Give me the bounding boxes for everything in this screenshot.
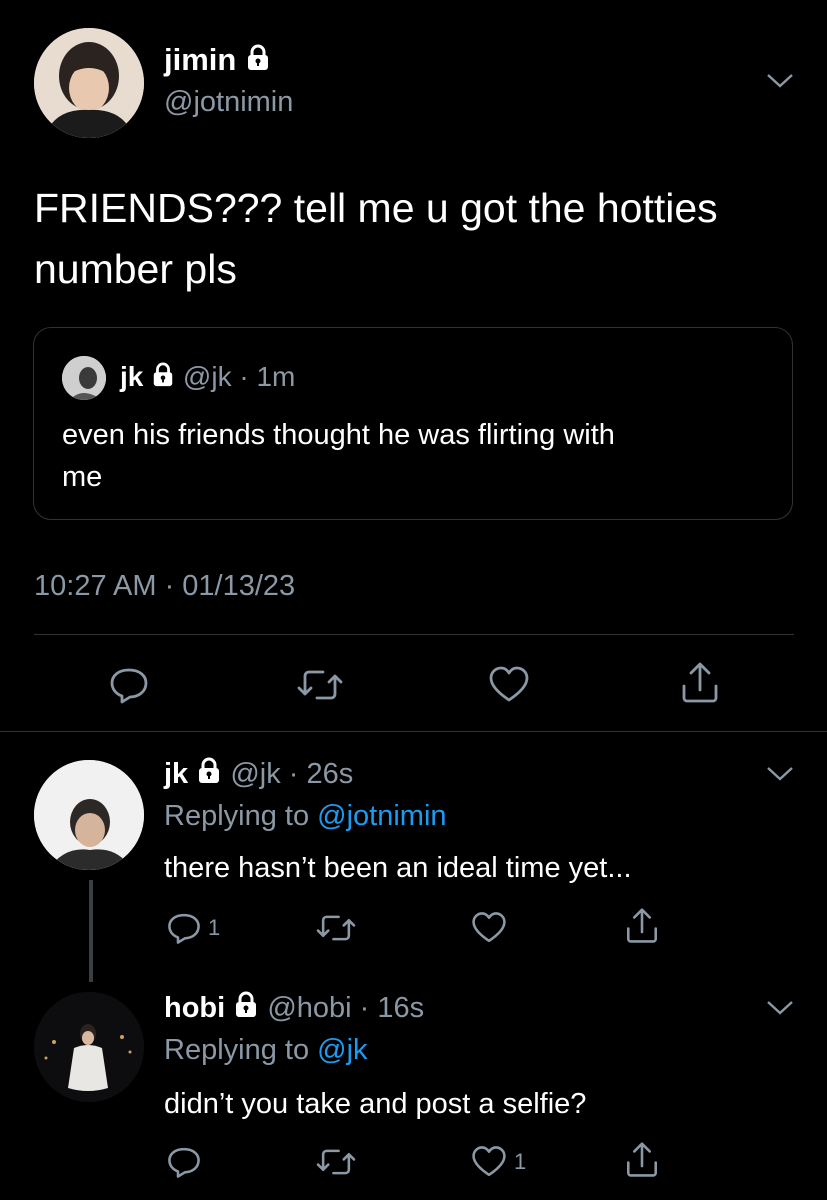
thread-line (89, 880, 93, 982)
reply1-share-button[interactable] (624, 906, 660, 946)
retweet-icon (316, 915, 356, 941)
more-chevron-reply2[interactable] (765, 999, 795, 1022)
avatar-image (34, 992, 144, 1102)
lock-icon (233, 991, 259, 1028)
reply2-handle[interactable]: @hobi (267, 992, 351, 1024)
more-chevron-main[interactable] (765, 72, 795, 95)
quoted-tweet-card[interactable]: jk @jk · 1m even his friends thought he … (33, 327, 793, 520)
reply2-like-count: 1 (514, 1149, 527, 1174)
quoted-text: even his friends thought he was flirting… (62, 414, 782, 498)
reply1-reply-button[interactable]: 1 (166, 910, 220, 946)
retweet-icon (297, 670, 343, 700)
lock-icon (151, 362, 175, 396)
avatar-jk[interactable] (34, 760, 144, 870)
reply2-replying-to: Replying to @jk (164, 1034, 368, 1067)
reply2-retweet-button[interactable] (316, 1144, 356, 1180)
divider (0, 731, 827, 732)
reply2-reply-button[interactable] (166, 1144, 208, 1180)
replying-to-link[interactable]: @jotnimin (317, 800, 446, 832)
retweet-icon (316, 1149, 356, 1175)
main-text-line-1: FRIENDS??? tell me u got the hotties (34, 185, 718, 231)
quoted-handle: @jk (182, 361, 232, 392)
quoted-text-line-2: me (62, 461, 103, 493)
reply1-display-name[interactable]: jk (164, 758, 188, 790)
replying-to-label: Replying to (164, 800, 318, 832)
reply2-author-row: hobi @hobi · 16s (164, 990, 424, 1028)
reply-icon (168, 1147, 200, 1178)
reply2-time: · 16s (359, 992, 425, 1024)
reply2-like-button[interactable]: 1 (470, 1144, 526, 1180)
share-icon (627, 1142, 657, 1177)
main-display-name[interactable]: jimin (164, 42, 236, 77)
reply1-reply-count: 1 (208, 915, 221, 940)
replying-to-link[interactable]: @jk (317, 1034, 367, 1066)
reply2-share-button[interactable] (624, 1140, 660, 1180)
avatar-hobi[interactable] (34, 992, 144, 1102)
avatar-jimin[interactable] (34, 28, 144, 138)
reply1-like-button[interactable] (470, 910, 514, 946)
reply2-text: didn’t you take and post a selfie? (164, 1088, 587, 1120)
reply1-replying-to: Replying to @jotnimin (164, 800, 447, 833)
avatar-jk-small (62, 356, 106, 400)
quoted-display-name: jk (120, 361, 144, 392)
reply1-text: there hasn’t been an ideal time yet... (164, 852, 632, 884)
main-handle[interactable]: @jotnimin (164, 86, 293, 119)
main-retweet-button[interactable] (297, 664, 343, 706)
reply2-display-name[interactable]: hobi (164, 992, 225, 1024)
quoted-author-row: jk @jk · 1m (120, 360, 295, 396)
share-icon (682, 662, 718, 703)
chevron-down-icon (767, 767, 793, 781)
main-text-line-2: number pls (34, 246, 237, 292)
replying-to-label: Replying to (164, 1034, 318, 1066)
main-share-button[interactable] (679, 660, 721, 706)
divider (34, 634, 794, 635)
reply1-handle[interactable]: @jk (230, 758, 280, 790)
reply1-time: · 26s (288, 758, 354, 790)
chevron-down-icon (767, 1001, 793, 1015)
lock-icon (245, 44, 271, 80)
reply-icon (110, 668, 148, 704)
main-timestamp: 10:27 AM · 01/13/23 (34, 570, 296, 602)
share-icon (627, 908, 657, 943)
reply1-author-row: jk @jk · 26s (164, 756, 353, 794)
quoted-time: · 1m (239, 361, 296, 392)
main-reply-button[interactable] (108, 664, 150, 706)
reply-icon (168, 913, 200, 944)
avatar-image (34, 28, 144, 138)
heart-icon (489, 666, 529, 702)
main-like-button[interactable] (487, 664, 531, 706)
avatar-image (34, 760, 144, 870)
heart-icon (472, 1146, 506, 1177)
chevron-down-icon (767, 74, 793, 88)
reply1-retweet-button[interactable] (316, 910, 356, 946)
heart-icon (472, 912, 506, 943)
main-tweet-text: FRIENDS??? tell me u got the hotties num… (34, 178, 718, 300)
quoted-text-line-1: even his friends thought he was flirting… (62, 419, 615, 451)
more-chevron-reply1[interactable] (765, 765, 795, 788)
main-author-row: jimin (164, 42, 271, 80)
lock-icon (196, 757, 222, 794)
